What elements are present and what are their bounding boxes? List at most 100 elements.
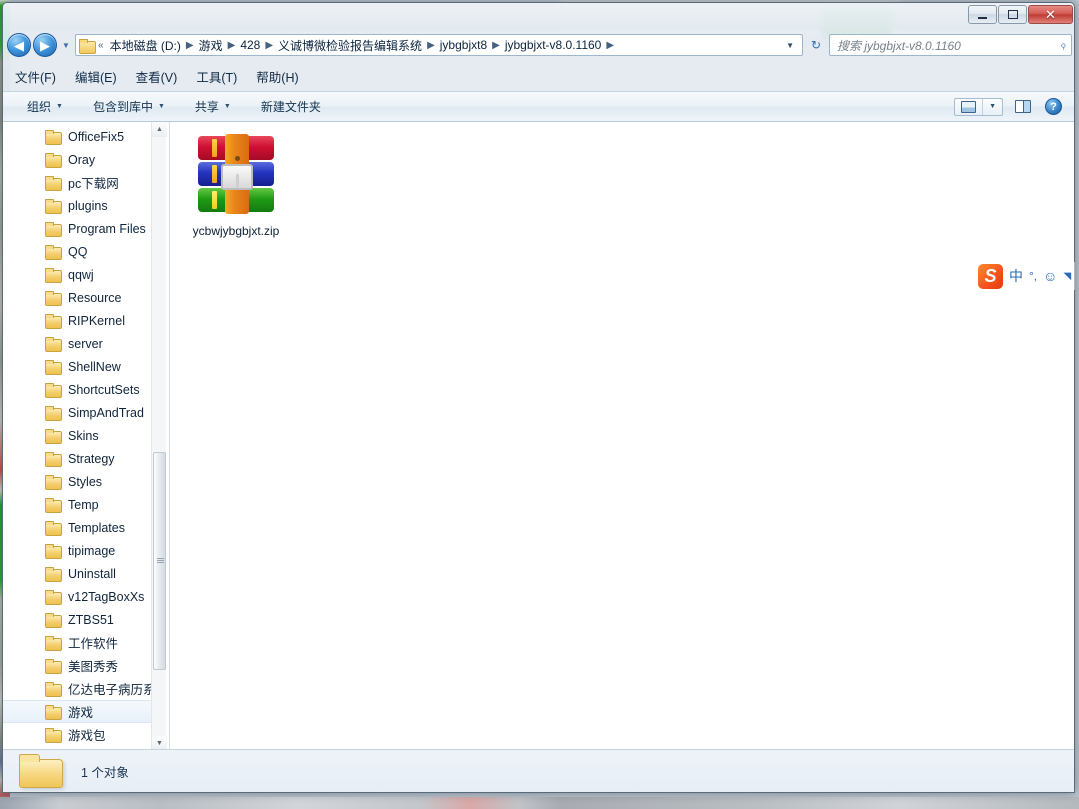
ime-punctuation-button[interactable]: °,	[1029, 270, 1037, 282]
tree-item-styles[interactable]: Styles	[3, 470, 153, 493]
breadcrumb[interactable]: « 本地磁盘 (D:) ▶ 游戏 ▶ 428 ▶ 义诚博微检验报告编辑系统 ▶ …	[75, 34, 803, 56]
navigation-pane: OfficeFix5 Oray pc下载网 plugins Program Fi…	[3, 122, 170, 751]
tree-item-templates[interactable]: Templates	[3, 516, 153, 539]
tree-item-meituxiuxiu[interactable]: 美图秀秀	[3, 654, 153, 677]
tree-item-label: qqwj	[68, 267, 94, 282]
breadcrumb-item-system[interactable]: 义诚博微检验报告编辑系统	[276, 37, 424, 54]
breadcrumb-separator-icon[interactable]: ▶	[603, 40, 617, 51]
breadcrumb-separator-icon[interactable]: ▶	[262, 40, 276, 51]
tree-item-label: v12TagBoxXs	[68, 589, 145, 604]
tree-item-pcxiazaiwang[interactable]: pc下载网	[3, 171, 153, 194]
folder-icon	[45, 451, 62, 467]
tree-item-qqwj[interactable]: qqwj	[3, 263, 153, 286]
title-bar[interactable]: ✕	[3, 3, 1074, 30]
tree-item-officefix5[interactable]: OfficeFix5	[3, 125, 153, 148]
folder-icon	[45, 428, 62, 444]
tree-item-simpandtrad[interactable]: SimpAndTrad	[3, 401, 153, 424]
scroll-up-button[interactable]: ▲	[152, 122, 167, 137]
back-button[interactable]: ◀	[7, 33, 31, 57]
tree-item-yidabinglixitong[interactable]: 亿达电子病历系	[3, 677, 153, 700]
address-history-chevron-icon[interactable]: ▼	[780, 41, 800, 50]
back-arrow-icon: ◀	[14, 37, 24, 53]
tree-item-resource[interactable]: Resource	[3, 286, 153, 309]
tree-item-ztbs51[interactable]: ZTBS51	[3, 608, 153, 631]
breadcrumb-separator-icon[interactable]: ▶	[489, 40, 503, 51]
breadcrumb-item-games[interactable]: 游戏	[197, 37, 225, 54]
tree-item-v12tagboxxs[interactable]: v12TagBoxXs	[3, 585, 153, 608]
search-input[interactable]: 搜索 jybgbjxt-v8.0.1160 ⌕	[829, 34, 1072, 56]
address-bar: ◀ ▶ ▼ « 本地磁盘 (D:) ▶ 游戏 ▶ 428 ▶ 义诚博微检验报告编…	[3, 30, 1074, 60]
tree-item-plugins[interactable]: plugins	[3, 194, 153, 217]
breadcrumb-separator-icon[interactable]: ▶	[424, 40, 438, 51]
new-folder-button[interactable]: 新建文件夹	[251, 95, 331, 118]
organize-label: 组织	[27, 100, 52, 114]
folder-icon	[45, 359, 62, 375]
organize-button[interactable]: 组织 ▼	[17, 95, 73, 118]
tree-item-oray[interactable]: Oray	[3, 148, 153, 171]
minimize-button[interactable]	[968, 5, 997, 24]
forward-arrow-icon: ▶	[40, 37, 50, 53]
menu-help[interactable]: 帮助(H)	[256, 65, 309, 88]
maximize-button[interactable]	[998, 5, 1027, 24]
breadcrumb-separator-icon[interactable]: ▶	[183, 40, 197, 51]
tree-item-youxibao[interactable]: 游戏包	[3, 723, 153, 746]
winrar-zip-icon	[192, 134, 280, 216]
chevron-down-icon: ▼	[989, 103, 996, 110]
ime-emoji-button[interactable]: ☺	[1043, 269, 1057, 283]
tree-item-label: ShellNew	[68, 359, 121, 374]
tree-item-shortcutsets[interactable]: ShortcutSets	[3, 378, 153, 401]
tree-item-label: server	[68, 336, 103, 351]
folder-icon	[45, 497, 62, 513]
close-button[interactable]: ✕	[1028, 5, 1073, 24]
navigation-pane-scrollbar[interactable]: ▲ ▼	[151, 122, 167, 751]
tree-item-gongzuoruanjian[interactable]: 工作软件	[3, 631, 153, 654]
tree-item-skins[interactable]: Skins	[3, 424, 153, 447]
file-item[interactable]: ycbwjybgbjxt.zip	[184, 130, 288, 246]
folder-tree: OfficeFix5 Oray pc下载网 plugins Program Fi…	[3, 122, 153, 751]
sogou-ime-toolbar[interactable]: S 中 °, ☺ ◥	[974, 262, 1076, 290]
include-in-library-button[interactable]: 包含到库中 ▼	[83, 95, 175, 118]
help-button[interactable]: ?	[1045, 98, 1062, 115]
tree-item-youxi[interactable]: 游戏	[3, 700, 153, 723]
breadcrumb-overflow-icon[interactable]: «	[96, 40, 108, 51]
tree-item-uninstall[interactable]: Uninstall	[3, 562, 153, 585]
tree-item-qq[interactable]: QQ	[3, 240, 153, 263]
tree-item-label: QQ	[68, 244, 88, 259]
breadcrumb-item-drive[interactable]: 本地磁盘 (D:)	[108, 37, 183, 54]
breadcrumb-item-jybgbjxt8[interactable]: jybgbjxt8	[438, 38, 489, 52]
change-view-button[interactable]	[955, 98, 984, 115]
tree-item-shellnew[interactable]: ShellNew	[3, 355, 153, 378]
forward-button[interactable]: ▶	[33, 33, 57, 57]
tree-item-tipimage[interactable]: tipimage	[3, 539, 153, 562]
tree-item-program-files[interactable]: Program Files	[3, 217, 153, 240]
breadcrumb-item-current[interactable]: jybgbjxt-v8.0.1160	[503, 38, 604, 52]
tree-item-label: Resource	[68, 290, 122, 305]
menu-view[interactable]: 查看(V)	[136, 65, 189, 88]
scrollbar-thumb[interactable]	[153, 452, 166, 670]
share-button[interactable]: 共享 ▼	[185, 95, 241, 118]
breadcrumb-item-428[interactable]: 428	[238, 38, 262, 52]
view-mode-icon	[961, 100, 977, 113]
file-list-pane[interactable]: ycbwjybgbjxt.zip	[170, 122, 1074, 751]
breadcrumb-separator-icon[interactable]: ▶	[225, 40, 239, 51]
tree-item-label: plugins	[68, 198, 108, 213]
sogou-logo-icon[interactable]: S	[978, 263, 1003, 289]
recent-locations-button[interactable]: ▼	[59, 41, 73, 50]
scrollbar-grip-icon	[157, 558, 164, 564]
tree-item-temp[interactable]: Temp	[3, 493, 153, 516]
tree-item-ripkernel[interactable]: RIPKernel	[3, 309, 153, 332]
menu-tools[interactable]: 工具(T)	[196, 65, 248, 88]
menu-file[interactable]: 文件(F)	[15, 65, 67, 88]
maximize-icon	[1007, 10, 1018, 19]
view-mode-dropdown-button[interactable]: ▼	[983, 101, 1002, 112]
folder-icon	[45, 727, 62, 743]
preview-pane-button[interactable]	[1013, 98, 1033, 115]
tree-item-label: RIPKernel	[68, 313, 125, 328]
ime-more-button[interactable]: ◥	[1063, 271, 1071, 282]
refresh-button[interactable]: ↻	[805, 34, 827, 56]
ime-language-mode-button[interactable]: 中	[1009, 269, 1023, 283]
tree-item-strategy[interactable]: Strategy	[3, 447, 153, 470]
tree-item-label: OfficeFix5	[68, 129, 125, 144]
menu-edit[interactable]: 编辑(E)	[75, 65, 128, 88]
tree-item-server[interactable]: server	[3, 332, 153, 355]
